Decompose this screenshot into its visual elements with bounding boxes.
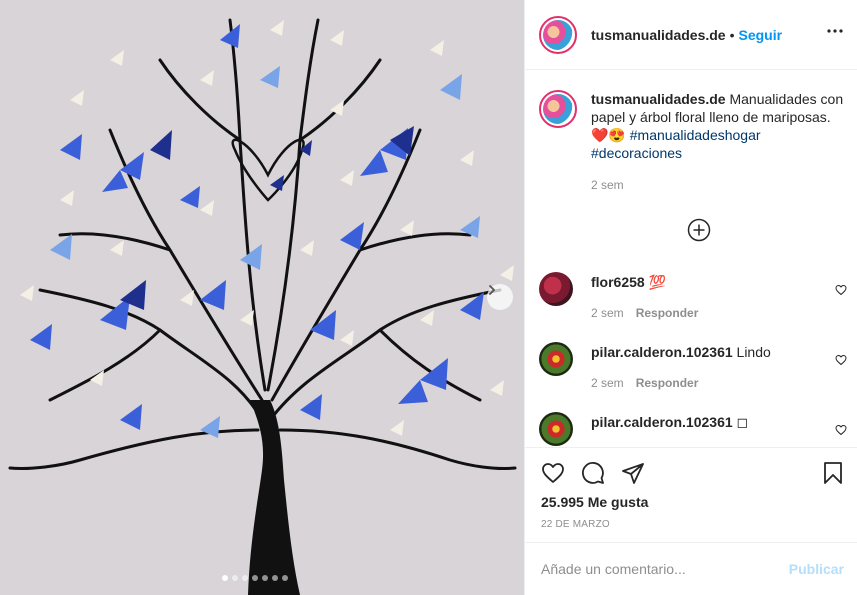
carousel-dot [232, 575, 238, 581]
follow-button[interactable]: Seguir [739, 27, 783, 43]
hashtag-link[interactable]: #decoraciones [591, 145, 682, 161]
share-paper-plane-icon[interactable] [621, 461, 645, 485]
hashtag-link[interactable]: #manualidadeshogar [630, 127, 761, 143]
more-options-icon[interactable] [826, 22, 844, 45]
commenter-username[interactable]: flor6258 [591, 274, 645, 290]
comment-bubble-icon[interactable] [581, 461, 605, 485]
comment-time: 2 sem [591, 306, 624, 320]
carousel-dot [262, 575, 268, 581]
comment-input[interactable] [541, 557, 781, 581]
comment-text: Lindo [732, 344, 771, 360]
post-caption: tusmanualidades.de Manualidades con pape… [539, 90, 849, 162]
carousel-indicator [222, 575, 288, 581]
commenter-username[interactable]: pilar.calderon.102361 [591, 344, 733, 360]
carousel-dot [222, 575, 228, 581]
carousel-next-button[interactable] [487, 284, 513, 310]
carousel-dot [272, 575, 278, 581]
commenter-avatar[interactable] [539, 272, 573, 306]
reply-button[interactable]: Responder [636, 306, 699, 320]
caption-username[interactable]: tusmanualidades.de [591, 91, 726, 107]
comment-text: 💯 [644, 274, 667, 290]
add-comment-bar: Publicar [525, 542, 857, 595]
reply-button[interactable]: Responder [636, 376, 699, 390]
carousel-dot [242, 575, 248, 581]
commenter-avatar[interactable] [539, 342, 573, 376]
commenter-avatar[interactable] [539, 412, 573, 446]
post-photo[interactable] [0, 0, 524, 595]
like-comment-heart-icon[interactable] [835, 284, 847, 296]
post-date: 22 DE MARZO [541, 519, 610, 530]
publish-button[interactable]: Publicar [789, 561, 844, 577]
commenter-username[interactable]: pilar.calderon.102361 [591, 414, 733, 430]
post-actions: 25.995 Me gusta 22 DE MARZO [525, 447, 857, 542]
save-bookmark-icon[interactable] [821, 461, 845, 485]
comment-item: pilar.calderon.102361 ◻ [539, 412, 849, 447]
likes-count[interactable]: 25.995 Me gusta [541, 494, 648, 510]
like-heart-icon[interactable] [541, 461, 565, 485]
chevron-right-icon [489, 285, 496, 295]
comment-time: 2 sem [591, 376, 624, 390]
author-username[interactable]: tusmanualidades.de [591, 27, 726, 43]
butterfly-tree-image [0, 0, 524, 595]
carousel-dot [282, 575, 288, 581]
comment-text: ◻ [732, 414, 749, 430]
post-header: tusmanualidades.de • Seguir [525, 0, 857, 70]
like-comment-heart-icon[interactable] [835, 354, 847, 366]
carousel-dot [252, 575, 258, 581]
post-panel: tusmanualidades.de • Seguir tusmanualida… [524, 0, 857, 595]
like-comment-heart-icon[interactable] [835, 424, 847, 436]
header-separator: • [729, 26, 735, 43]
caption-time: 2 sem [591, 178, 624, 192]
caption-avatar[interactable] [539, 90, 577, 128]
author-avatar[interactable] [539, 15, 577, 54]
load-more-comments-icon[interactable] [687, 218, 711, 242]
